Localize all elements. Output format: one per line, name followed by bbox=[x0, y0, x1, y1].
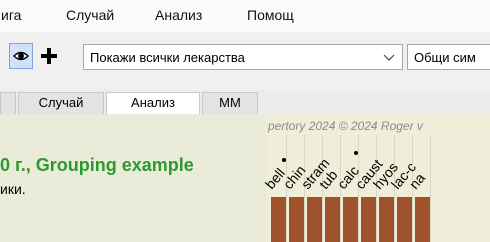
remedy-score-bar[interactable] bbox=[397, 197, 412, 242]
remedy-score-bar[interactable] bbox=[343, 197, 358, 242]
menu-bar: ига Случай Анализ Помощ bbox=[0, 0, 490, 32]
remedy-score-bar[interactable] bbox=[361, 197, 376, 242]
remedy-grid-line bbox=[430, 135, 431, 242]
case-title: 0 г., Grouping example bbox=[0, 155, 194, 175]
remedy-score-bar[interactable] bbox=[415, 197, 430, 242]
remedy-marker-dot bbox=[282, 158, 286, 162]
eye-icon bbox=[13, 51, 29, 61]
tab-mm[interactable]: MM bbox=[202, 92, 258, 114]
menu-book[interactable]: ига bbox=[1, 7, 21, 23]
symptoms-filter-value: Общи сим bbox=[414, 50, 476, 65]
remedies-filter-select[interactable]: Покажи всички лекарства bbox=[83, 44, 403, 70]
remedy-score-bar[interactable] bbox=[289, 197, 304, 242]
plus-icon bbox=[41, 48, 57, 64]
menu-analysis[interactable]: Анализ bbox=[155, 7, 202, 23]
remedy-marker-dot bbox=[354, 151, 358, 155]
chevron-down-icon bbox=[383, 54, 395, 61]
menu-help[interactable]: Помощ bbox=[247, 7, 294, 23]
remedy-score-bar[interactable] bbox=[379, 197, 394, 242]
tab-analysis[interactable]: Анализ bbox=[106, 92, 200, 115]
eye-toggle-button[interactable] bbox=[9, 43, 33, 69]
symptoms-filter-select[interactable]: Общи сим bbox=[407, 44, 490, 70]
remedy-score-bar[interactable] bbox=[307, 197, 322, 242]
copyright-text: pertory 2024 © 2024 Roger v bbox=[268, 119, 423, 133]
menu-case[interactable]: Случай bbox=[66, 7, 114, 23]
remedy-score-bar[interactable] bbox=[325, 197, 340, 242]
remedy-score-bar[interactable] bbox=[271, 197, 286, 242]
tab-book-partial[interactable] bbox=[0, 92, 16, 114]
add-button[interactable] bbox=[38, 43, 60, 69]
remedies-filter-value: Покажи всички лекарства bbox=[90, 50, 245, 65]
tab-case[interactable]: Случай bbox=[18, 92, 104, 114]
case-subtitle: ики. bbox=[0, 181, 26, 197]
